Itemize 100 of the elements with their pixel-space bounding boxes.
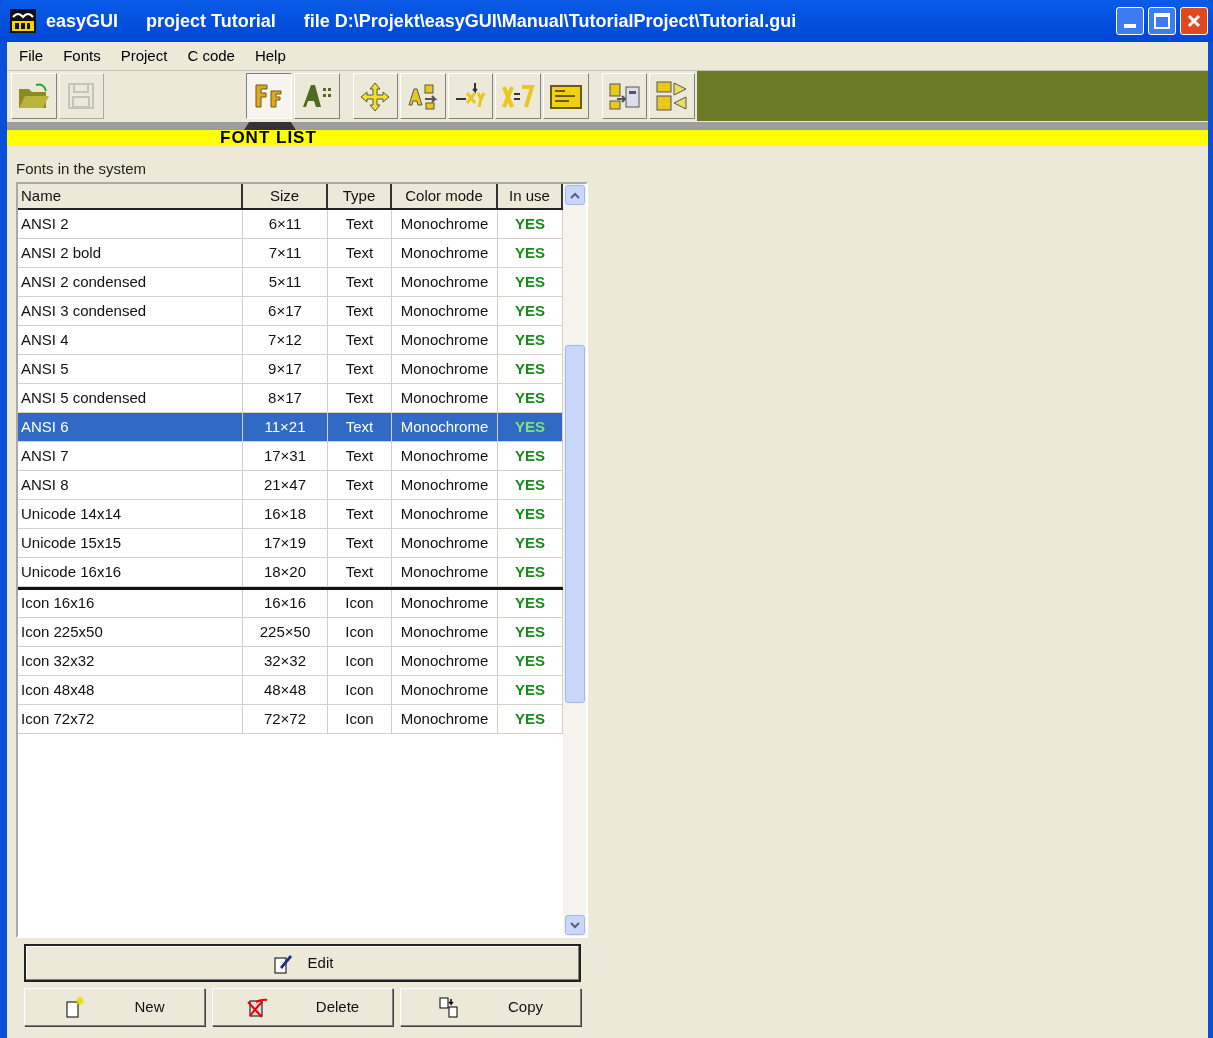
menu-item[interactable]: File	[17, 44, 46, 68]
table-cell: 16×18	[243, 500, 328, 529]
table-cell: Monochrome	[392, 268, 498, 297]
table-cell: 21×47	[243, 471, 328, 500]
table-cell: Unicode 16x16	[18, 558, 243, 587]
active-tab-marker	[244, 122, 296, 130]
minimize-button[interactable]	[1116, 7, 1144, 35]
table-row[interactable]: Icon 225x50 225×50 Icon Monochrome YES	[18, 618, 563, 647]
table-cell: 17×31	[243, 442, 328, 471]
table-cell: Monochrome	[392, 618, 498, 647]
action-button[interactable]: Copy	[400, 988, 581, 1026]
table-cell: Text	[328, 558, 392, 587]
close-button[interactable]	[1180, 7, 1208, 35]
maximize-button[interactable]	[1148, 7, 1176, 35]
table-cell: Text	[328, 239, 392, 268]
action-button[interactable]: Delete	[212, 988, 393, 1026]
table-cell: ANSI 5	[18, 355, 243, 384]
selected-row[interactable]: ANSI 6 11×21 Text Monochrome YES	[18, 413, 563, 442]
table-cell: Icon 48x48	[18, 676, 243, 705]
table-cell: Text	[328, 471, 392, 500]
table-cell: Icon	[328, 590, 392, 618]
table-cell: Monochrome	[392, 676, 498, 705]
table-row[interactable]: ANSI 2 6×11 Text Monochrome YES	[18, 210, 563, 239]
delete-page-icon	[245, 996, 268, 1018]
table-cell: 32×32	[243, 647, 328, 676]
table-cell: 11×21	[243, 413, 328, 442]
menu-item[interactable]: Fonts	[61, 44, 103, 68]
table-cell: 17×19	[243, 529, 328, 558]
table-cell: Monochrome	[392, 442, 498, 471]
table-row[interactable]: ANSI 2 bold 7×11 Text Monochrome YES	[18, 239, 563, 268]
table-row[interactable]: Icon 48x48 48×48 Icon Monochrome YES	[18, 676, 563, 705]
list-label: Fonts in the system	[16, 159, 148, 179]
scrollbar[interactable]	[563, 184, 586, 936]
table-cell: ANSI 3 condensed	[18, 297, 243, 326]
menu-item[interactable]: Help	[252, 44, 288, 68]
table-cell: ANSI 4	[18, 326, 243, 355]
table-cell: ANSI 7	[18, 442, 243, 471]
table-row[interactable]: ANSI 4 7×12 Text Monochrome YES	[18, 326, 563, 355]
edit-note-icon	[271, 952, 294, 974]
table-cell: Monochrome	[392, 529, 498, 558]
table-cell: Unicode 14x14	[18, 500, 243, 529]
action-button[interactable]: Edit	[24, 944, 581, 982]
table-cell: 7×12	[243, 326, 328, 355]
table-cell: Text	[328, 326, 392, 355]
table-cell: Icon	[328, 618, 392, 647]
table-cell: Text	[328, 297, 392, 326]
scroll-down-button[interactable]	[564, 915, 585, 935]
table-cell: Monochrome	[392, 210, 498, 239]
table-cell: Text	[328, 529, 392, 558]
table-cell: Monochrome	[392, 558, 498, 587]
table-cell: Monochrome	[392, 326, 498, 355]
table-cell: Icon 32x32	[18, 647, 243, 676]
table-cell: Icon 72x72	[18, 705, 243, 734]
table-cell: ANSI 6	[18, 413, 243, 442]
table-row[interactable]: Unicode 16x16 18×20 Text Monochrome YES	[18, 558, 563, 587]
window-title: easyGUI	[46, 9, 119, 33]
table-cell: Text	[328, 442, 392, 471]
maximize-icon	[1154, 13, 1170, 29]
table-cell: Icon	[328, 676, 392, 705]
table-cell: Text	[328, 355, 392, 384]
table-cell: Monochrome	[392, 297, 498, 326]
table-cell: 7×11	[243, 239, 328, 268]
table-row[interactable]: Icon 72x72 72×72 Icon Monochrome YES	[18, 705, 563, 734]
copy-pages-icon	[438, 996, 460, 1018]
table-row[interactable]: Icon 32x32 32×32 Icon Monochrome YES	[18, 647, 563, 676]
table-row[interactable]: ANSI 7 17×31 Text Monochrome YES	[18, 442, 563, 471]
menu-item[interactable]: Project	[118, 44, 170, 68]
table-cell: ANSI 8	[18, 471, 243, 500]
scroll-up-button[interactable]	[564, 185, 585, 205]
table-cell: Monochrome	[392, 355, 498, 384]
table-cell: ANSI 2	[18, 210, 243, 239]
minimize-icon	[1124, 24, 1136, 28]
table-cell: Icon	[328, 647, 392, 676]
table-cell: Monochrome	[392, 413, 498, 442]
table-row[interactable]: Icon 16x16 16×16 Icon Monochrome YES	[18, 587, 563, 618]
table-cell: Monochrome	[392, 590, 498, 618]
table-cell: Text	[328, 413, 392, 442]
table-cell: Text	[328, 268, 392, 297]
scroll-thumb[interactable]	[564, 345, 585, 703]
action-button[interactable]: New	[24, 988, 205, 1026]
table-row[interactable]: ANSI 3 condensed 6×17 Text Monochrome YES	[18, 297, 563, 326]
menu-item[interactable]: C code	[185, 44, 237, 68]
table-cell: Monochrome	[392, 647, 498, 676]
table-cell: 6×17	[243, 297, 328, 326]
table-cell: ANSI 2 bold	[18, 239, 243, 268]
table-cell: Monochrome	[392, 705, 498, 734]
table-cell: 9×17	[243, 355, 328, 384]
table-cell: 6×11	[243, 210, 328, 239]
table-row[interactable]: Unicode 15x15 17×19 Text Monochrome YES	[18, 529, 563, 558]
table-row[interactable]: Unicode 14x14 16×18 Text Monochrome YES	[18, 500, 563, 529]
table-cell: Monochrome	[392, 239, 498, 268]
table-row[interactable]: ANSI 5 9×17 Text Monochrome YES	[18, 355, 563, 384]
new-page-icon	[64, 996, 87, 1018]
close-icon	[1187, 14, 1201, 28]
table-cell: 48×48	[243, 676, 328, 705]
table-cell: 225×50	[243, 618, 328, 647]
toolbar-button[interactable]	[246, 73, 292, 119]
app-icon	[10, 9, 36, 33]
table-row[interactable]: ANSI 8 21×47 Text Monochrome YES	[18, 471, 563, 500]
table-row[interactable]: ANSI 2 condensed 5×11 Text Monochrome YES	[18, 268, 563, 297]
